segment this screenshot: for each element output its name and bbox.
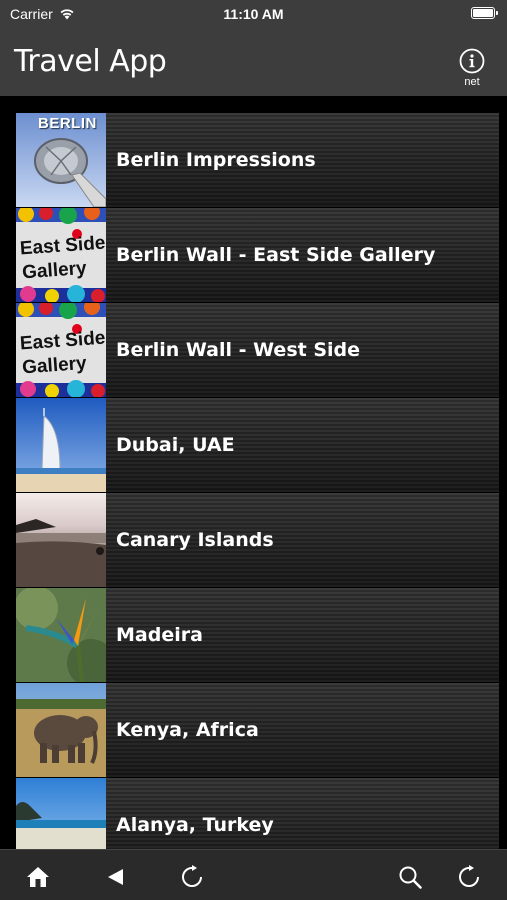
- list-item-east-side-gallery[interactable]: East Side Gallery Berlin Wall - East Sid…: [16, 208, 499, 303]
- home-icon: [27, 867, 49, 887]
- dubai-thumbnail: [16, 398, 106, 492]
- home-button[interactable]: [24, 863, 52, 891]
- reload-button[interactable]: [178, 863, 206, 891]
- list-item-canary-islands[interactable]: Canary Islands: [16, 493, 499, 588]
- back-icon: [108, 869, 123, 885]
- list-item-label: Kenya, Africa: [116, 719, 259, 741]
- kenya-thumbnail: [16, 683, 106, 777]
- refresh-icon: [459, 865, 479, 887]
- bottom-toolbar: [0, 849, 507, 900]
- status-bar: Carrier 11:10 AM: [0, 0, 507, 28]
- list-item-kenya[interactable]: Kenya, Africa: [16, 683, 499, 778]
- back-button[interactable]: [101, 863, 129, 891]
- list-item-west-side[interactable]: East Side Gallery Berlin Wall - West Sid…: [16, 303, 499, 398]
- info-button-label: net: [464, 76, 480, 88]
- list-item-label: Berlin Wall - West Side: [116, 339, 361, 361]
- graffiti-thumbnail: East Side Gallery: [16, 208, 106, 302]
- list-item-dubai[interactable]: Dubai, UAE: [16, 398, 499, 493]
- reload-icon: [182, 865, 202, 887]
- berlin-thumbnail: BERLIN: [16, 113, 106, 207]
- list-item-label: Canary Islands: [116, 529, 274, 551]
- list-item-madeira[interactable]: Madeira: [16, 588, 499, 683]
- list-item-label: Alanya, Turkey: [116, 814, 274, 836]
- berlin-thumbnail-text: BERLIN: [38, 115, 97, 132]
- list-item-label: Madeira: [116, 624, 203, 646]
- list-item-alanya[interactable]: Alanya, Turkey: [16, 778, 499, 849]
- list-item-label: Dubai, UAE: [116, 434, 235, 456]
- search-icon: [399, 866, 422, 889]
- refresh-button[interactable]: [455, 863, 483, 891]
- destination-list: BERLIN Berlin Impressions East Side Gall…: [16, 113, 499, 849]
- info-button[interactable]: net: [457, 48, 487, 88]
- list-item-label: Berlin Wall - East Side Gallery: [116, 244, 436, 266]
- search-button[interactable]: [396, 863, 424, 891]
- list-item-label: Berlin Impressions: [116, 149, 316, 171]
- clock: 11:10 AM: [223, 6, 284, 22]
- graffiti-thumbnail: East Side Gallery: [16, 303, 106, 397]
- alanya-thumbnail: [16, 778, 106, 849]
- list-item-berlin-impressions[interactable]: BERLIN Berlin Impressions: [16, 113, 499, 208]
- page-title: Travel App: [14, 44, 167, 79]
- canary-islands-thumbnail: [16, 493, 106, 587]
- battery-icon: [471, 7, 498, 19]
- madeira-thumbnail: [16, 588, 106, 682]
- navigation-bar: Travel App net: [0, 28, 507, 96]
- info-icon: [459, 48, 485, 74]
